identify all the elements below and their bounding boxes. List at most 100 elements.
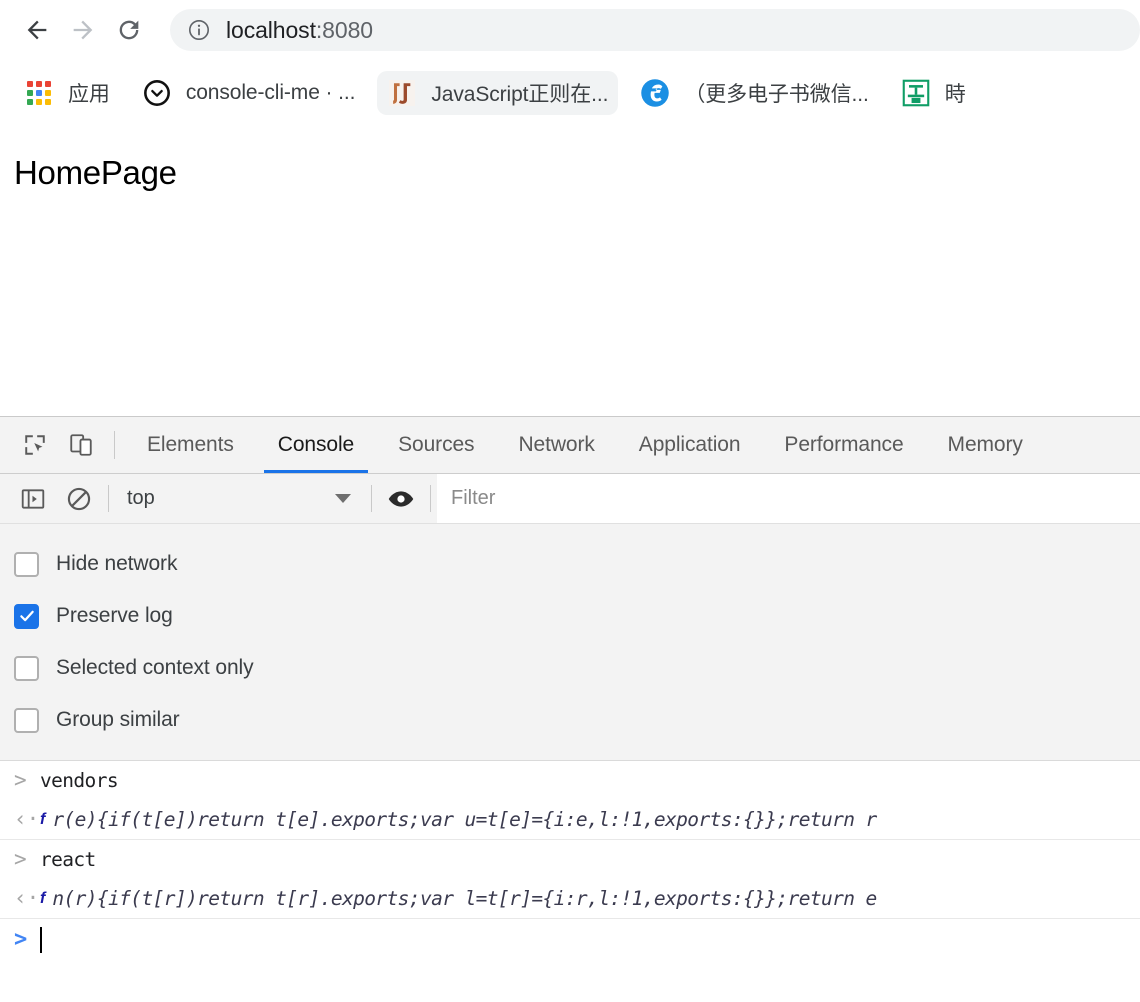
output-gutter-icon: ‹· [14,807,40,831]
tab-sources[interactable]: Sources [376,417,496,473]
console-settings-pane: Hide network Preserve log Selected conte… [0,524,1140,761]
bookmark-label: 应用 [68,83,110,106]
tab-label: Network [518,433,595,456]
preserve-log-checkbox[interactable] [14,603,39,629]
address-bar[interactable]: localhost:8080 [170,9,1140,51]
bookmark-apps[interactable]: 应用 [14,71,120,115]
chevron-down-icon [335,494,351,503]
tabbar-divider [114,431,115,459]
back-button[interactable] [14,7,60,53]
tab-label: Application [638,433,741,456]
browser-chrome: localhost:8080 应用 console-cli-me · ... J… [0,0,1140,126]
bookmark-feishu-ebooks[interactable]: （更多电子书微信... [630,71,878,115]
console-message-group: > vendors ‹· f r(e){if(t[e])return t[e].… [0,761,1140,840]
output-gutter-icon: ‹· [14,886,40,910]
back-arrow-icon [27,20,47,40]
feishu-icon [640,78,670,108]
hide-network-checkbox[interactable] [14,551,39,577]
setting-preserve-log[interactable]: Preserve log [14,590,1140,642]
console-output-row[interactable]: ‹· f r(e){if(t[e])return t[e].exports;va… [0,800,1140,839]
toolbar-divider [430,485,431,512]
console-input-text: react [40,848,96,871]
setting-label: Preserve log [56,604,173,627]
checkmark-icon [19,610,34,622]
tab-label: Elements [147,433,234,456]
info-circle-icon[interactable] [186,17,212,43]
tab-label: Memory [947,433,1023,456]
tab-label: Sources [398,433,475,456]
tab-network[interactable]: Network [496,417,616,473]
clear-console-icon [67,487,91,510]
console-sidebar-toggle-icon [21,488,45,509]
console-message-log[interactable]: > vendors ‹· f r(e){if(t[e])return t[e].… [0,761,1140,987]
toggle-device-toolbar-button[interactable] [58,417,104,473]
console-output-text: r(e){if(t[e])return t[e].exports;var u=t… [52,808,877,831]
input-gutter-icon: > [14,847,27,871]
text-cursor [40,926,42,953]
bookmark-label: （更多电子书微信... [684,83,869,106]
console-sidebar-toggle-button[interactable] [10,474,56,523]
device-toggle-icon [70,434,92,456]
setting-hide-network[interactable]: Hide network [14,538,1140,590]
tab-performance[interactable]: Performance [762,417,925,473]
setting-group-similar[interactable]: Group similar [14,694,1140,746]
gongweb-icon [901,78,931,108]
bookmark-gongweb[interactable]: 時 [891,71,976,115]
console-filter-input[interactable]: Filter [437,474,1140,523]
toolbar-divider [108,485,109,512]
bookmark-javascript-regex[interactable]: JavaScript正则在... [377,71,619,115]
page-title: HomePage [14,154,177,191]
setting-label: Hide network [56,552,178,575]
inspect-element-button[interactable] [12,417,58,473]
input-gutter-icon: > [14,768,27,792]
tab-application[interactable]: Application [617,417,763,473]
function-keyword: f [40,889,46,907]
reload-icon [119,20,139,40]
url-port: :8080 [315,16,373,43]
forward-arrow-icon [73,20,93,40]
console-cli-me-icon [142,78,172,108]
console-output-row[interactable]: ‹· f n(r){if(t[r])return t[r].exports;va… [0,879,1140,918]
create-live-expression-button[interactable] [378,474,424,523]
console-prompt[interactable]: > [0,919,1140,960]
live-expression-eye-icon [388,490,414,507]
context-value: top [127,487,155,509]
url-host: localhost [226,16,316,43]
console-output-text: n(r){if(t[r])return t[r].exports;var l=t… [52,887,877,910]
reload-button[interactable] [106,7,152,53]
bookmark-label: console-cli-me · ... [185,81,356,104]
devtools-panel: Elements Console Sources Network Applica… [0,416,1140,987]
setting-label: Group similar [56,708,180,731]
console-message-group: > react ‹· f n(r){if(t[r])return t[r].ex… [0,840,1140,919]
filter-placeholder: Filter [451,487,496,509]
navigation-bar: localhost:8080 [0,0,1140,60]
selected-context-only-checkbox[interactable] [14,655,39,681]
prompt-chevron-icon: > [14,926,28,952]
function-keyword: f [40,810,46,828]
page-viewport: HomePage [0,126,1140,416]
tab-memory[interactable]: Memory [926,417,1045,473]
setting-label: Selected context only [56,656,254,679]
bookmark-console-cli-me[interactable]: console-cli-me · ... [132,71,366,115]
console-input-row[interactable]: > react [0,840,1140,879]
bookmark-label: 時 [944,83,966,106]
cursor-select-icon [25,435,45,455]
setting-selected-context-only[interactable]: Selected context only [14,642,1140,694]
forward-button[interactable] [60,7,106,53]
bookmark-label: JavaScript正则在... [431,83,609,106]
toolbar-divider [371,485,372,512]
javascript-context-selector[interactable]: top [115,474,365,523]
tab-elements[interactable]: Elements [125,417,256,473]
clear-console-button[interactable] [56,474,102,523]
console-input-row[interactable]: > vendors [0,761,1140,800]
devtools-tabbar: Elements Console Sources Network Applica… [0,417,1140,474]
jsregex-icon [387,78,417,108]
bookmarks-bar: 应用 console-cli-me · ... JavaScript正则在... [0,60,1140,126]
console-toolbar: top Filter [0,474,1140,524]
group-similar-checkbox[interactable] [14,707,39,733]
console-input-text: vendors [40,769,119,792]
tab-label: Performance [784,433,904,456]
google-apps-grid-icon [24,78,54,108]
tab-console[interactable]: Console [256,417,376,473]
url-text: localhost:8080 [226,17,373,44]
